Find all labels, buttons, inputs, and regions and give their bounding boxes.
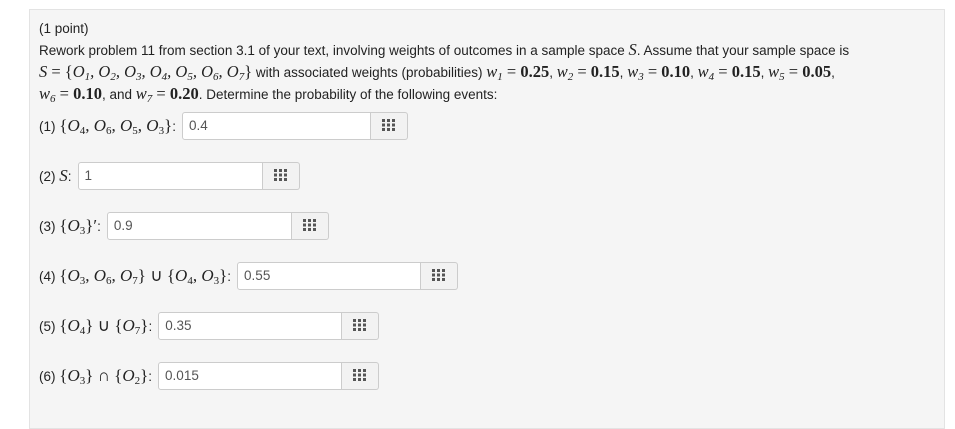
grid-icon — [382, 118, 396, 134]
grid-icon — [432, 268, 446, 284]
equation-editor-button-3[interactable] — [291, 212, 329, 240]
w5-symbol: w5 — [768, 62, 785, 83]
answer-input-6[interactable]: 0.015 — [158, 362, 343, 390]
answer-row-5: (5) {O4} ∪ {O7}: 0.35 — [39, 311, 380, 341]
answer-number-3: (3) — [39, 219, 56, 234]
equation-editor-button-4[interactable] — [421, 262, 459, 290]
answer-number-1: (1) — [39, 119, 56, 134]
grid-icon — [353, 318, 367, 334]
answer-input-5[interactable]: 0.35 — [158, 312, 343, 340]
w4-equals: = — [714, 62, 732, 81]
w3-symbol: w3 — [627, 62, 644, 83]
answer-row-2: (2) S: 1 — [39, 161, 300, 191]
answer-number-6: (6) — [39, 369, 56, 384]
grid-icon — [353, 368, 367, 384]
w7-equals: = — [152, 84, 170, 103]
answer-label-4: (4) {O3, O6, O7} ∪ {O4, O3}: — [39, 266, 232, 287]
w5-value: 0.05 — [802, 62, 832, 81]
weights-line-2: w6 = 0.10, and w7 = 0.20. Determine the … — [39, 83, 929, 105]
answer-row-6: (6) {O3} ∩ {O2}: 0.015 — [39, 361, 380, 391]
answer-row-3: (3) {O3}′: 0.9 — [39, 211, 329, 241]
w2-equals: = — [573, 62, 591, 81]
w1-equals: = — [502, 62, 521, 81]
sample-space-symbol: S — [628, 40, 637, 59]
answer-label-6: (6) {O3} ∩ {O2}: — [39, 366, 153, 387]
w2-symbol: w2 — [556, 62, 574, 83]
answer-label-5: (5) {O4} ∪ {O7}: — [39, 316, 153, 337]
event-4: {O3, O6, O7} ∪ {O4, O3} — [59, 266, 228, 287]
w7-value: 0.20 — [169, 84, 199, 103]
w2-value: 0.15 — [590, 62, 620, 81]
sample-space-equals: = { — [47, 62, 73, 81]
determine-text: . Determine the probability of the follo… — [198, 87, 498, 102]
outcome-list: O1, O2, O3, O4, O5, O6, O7 — [72, 62, 245, 83]
intro-text: Rework problem 11 from section 3.1 of yo… — [39, 43, 625, 58]
sample-space-line: S = {O1, O2, O3, O4, O5, O6, O7} with as… — [39, 62, 835, 83]
event-6: {O3} ∩ {O2} — [59, 366, 149, 387]
points-label: (1 point) — [39, 21, 89, 36]
w1-symbol: w1 — [486, 62, 503, 83]
equation-editor-button-6[interactable] — [342, 362, 380, 390]
grid-icon — [302, 218, 317, 234]
answer-input-2[interactable]: 1 — [77, 162, 263, 190]
intro-tail-text: . Assume that your sample space is — [636, 43, 850, 58]
and-text: , and — [101, 87, 132, 102]
intro-line: Rework problem 11 from section 3.1 of yo… — [39, 39, 929, 61]
answer-input-4[interactable]: 0.55 — [237, 262, 422, 290]
equation-editor-button-1[interactable] — [371, 112, 408, 140]
w6-equals: = — [55, 84, 74, 103]
answer-label-1: (1) {O4, O6, O5, O3}: — [39, 116, 176, 137]
answer-input-3[interactable]: 0.9 — [106, 212, 292, 240]
grid-icon — [273, 168, 288, 184]
w1-value: 0.25 — [520, 62, 550, 81]
w3-equals: = — [643, 62, 662, 81]
answer-label-3: (3) {O3}′: — [39, 216, 101, 237]
answer-number-5: (5) — [39, 319, 56, 334]
sample-space-definition: S — [39, 62, 48, 81]
answer-row-4: (4) {O3, O6, O7} ∪ {O4, O3}: 0.55 — [39, 261, 459, 291]
equation-editor-button-2[interactable] — [262, 162, 300, 190]
outcome-list-close: } — [244, 62, 253, 81]
problem-statement: (1 point) Rework problem 11 from section… — [39, 18, 929, 105]
answer-input-1[interactable]: 0.4 — [182, 112, 371, 140]
w7-symbol: w7 — [135, 84, 153, 105]
w5-equals: = — [784, 62, 803, 81]
event-1: {O4, O6, O5, O3} — [59, 116, 173, 137]
answer-label-2: (2) S: — [39, 166, 72, 185]
w4-value: 0.15 — [731, 62, 761, 81]
w4-symbol: w4 — [697, 62, 715, 83]
weights-text: with associated weights (probabilities) — [255, 65, 483, 80]
equation-editor-button-5[interactable] — [342, 312, 380, 340]
event-5: {O4} ∪ {O7} — [59, 316, 149, 337]
event-3: {O3}′ — [59, 216, 98, 237]
event-2: S — [59, 166, 68, 185]
w6-symbol: w6 — [39, 84, 56, 105]
answer-row-1: (1) {O4, O6, O5, O3}: 0.4 — [39, 111, 408, 141]
w3-value: 0.10 — [661, 62, 691, 81]
answer-number-4: (4) — [39, 269, 56, 284]
answer-number-2: (2) — [39, 169, 56, 184]
w6-value: 0.10 — [73, 84, 102, 103]
